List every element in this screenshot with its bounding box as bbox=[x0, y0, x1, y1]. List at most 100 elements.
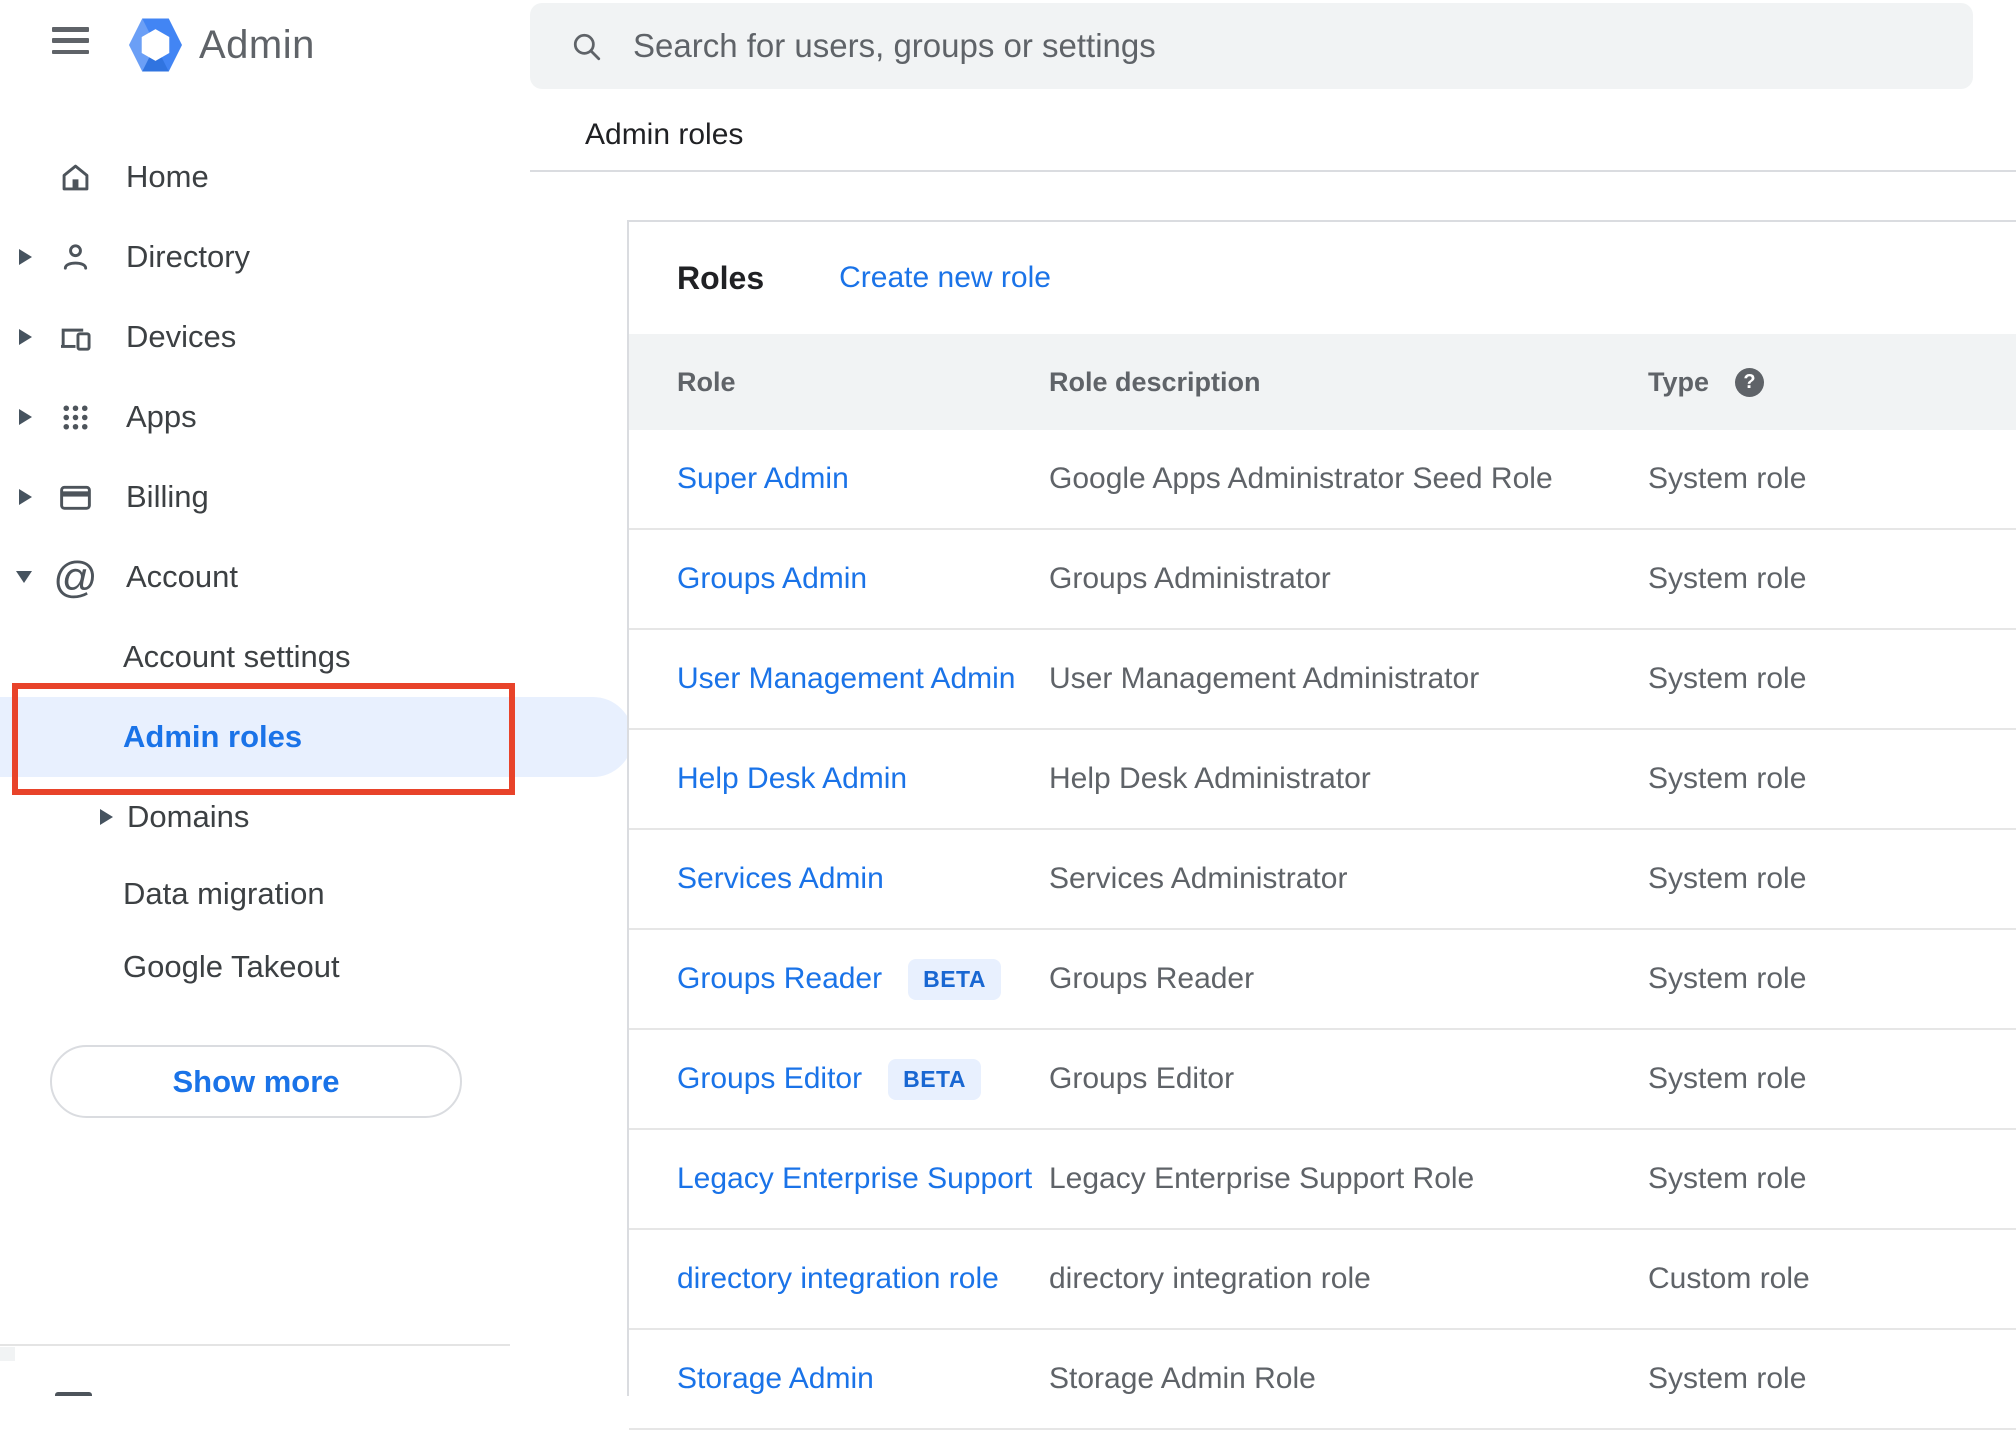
sidebar-item-devices[interactable]: Devices bbox=[0, 297, 530, 377]
breadcrumb: Admin roles bbox=[585, 118, 744, 151]
sidebar-item-label: Home bbox=[126, 159, 209, 194]
sidebar-item-label: Apps bbox=[126, 399, 197, 434]
sidebar-item-domains[interactable]: Domains bbox=[0, 777, 530, 857]
global-search-bar[interactable] bbox=[530, 3, 1973, 89]
role-description: directory integration role bbox=[1049, 1262, 1371, 1295]
create-new-role-link[interactable]: Create new role bbox=[839, 261, 1051, 295]
collapse-arrow-icon[interactable] bbox=[16, 571, 32, 583]
role-type: System role bbox=[1648, 462, 1807, 495]
sidebar: Admin Home Directory Devices Apps Billin… bbox=[0, 0, 633, 1396]
expand-arrow-icon[interactable] bbox=[19, 489, 32, 505]
sidebar-item-billing[interactable]: Billing bbox=[0, 457, 530, 537]
billing-icon bbox=[57, 479, 94, 516]
table-row: Groups Admin Groups Administrator System… bbox=[629, 530, 2016, 630]
role-type: Custom role bbox=[1648, 1262, 1810, 1295]
search-input[interactable] bbox=[631, 26, 1835, 66]
role-link[interactable]: Legacy Enterprise Support bbox=[677, 1162, 1032, 1196]
sidebar-item-data-migration[interactable]: Data migration bbox=[0, 857, 530, 930]
role-link[interactable]: User Management Admin bbox=[677, 662, 1016, 696]
directory-icon bbox=[57, 239, 94, 276]
account-icon: @ bbox=[53, 552, 98, 602]
sidebar-nav: Home Directory Devices Apps Billing @ Ac… bbox=[0, 137, 633, 1003]
sidebar-item-admin-roles-selected[interactable]: Admin roles bbox=[0, 697, 633, 777]
header-divider bbox=[530, 170, 2016, 172]
sidebar-item-apps[interactable]: Apps bbox=[0, 377, 530, 457]
role-description: User Management Administrator bbox=[1049, 662, 1480, 695]
role-type: System role bbox=[1648, 862, 1807, 895]
sidebar-item-label: Domains bbox=[127, 799, 250, 834]
show-more-label: Show more bbox=[172, 1063, 340, 1099]
table-row: Storage Admin Storage Admin Role System … bbox=[629, 1330, 2016, 1430]
home-icon bbox=[57, 159, 94, 196]
role-type: System role bbox=[1648, 662, 1807, 695]
roles-card: Roles Create new role Role Role descript… bbox=[627, 220, 2016, 1430]
roles-table-body: Super Admin Google Apps Administrator Se… bbox=[629, 430, 2016, 1430]
help-icon[interactable]: ? bbox=[1735, 367, 1765, 397]
table-row: Legacy Enterprise Support Legacy Enterpr… bbox=[629, 1130, 2016, 1230]
search-icon bbox=[573, 33, 601, 60]
role-description: Legacy Enterprise Support Role bbox=[1049, 1162, 1475, 1195]
sidebar-item-directory[interactable]: Directory bbox=[0, 217, 530, 297]
expand-arrow-icon[interactable] bbox=[100, 809, 113, 825]
sidebar-item-label: Google Takeout bbox=[123, 948, 340, 984]
role-type: System role bbox=[1648, 562, 1807, 595]
sidebar-item-label: Data migration bbox=[123, 875, 325, 911]
role-type: System role bbox=[1648, 762, 1807, 795]
role-description: Services Administrator bbox=[1049, 862, 1348, 895]
role-link[interactable]: Services Admin bbox=[677, 862, 884, 896]
table-row: Services Admin Services Administrator Sy… bbox=[629, 830, 2016, 930]
sidebar-item-label: Billing bbox=[126, 479, 209, 514]
admin-logo: Admin bbox=[129, 17, 315, 73]
clipped-section-icon bbox=[55, 1392, 92, 1396]
admin-logo-hexagon-icon bbox=[129, 18, 182, 72]
expand-arrow-icon[interactable] bbox=[19, 409, 32, 425]
column-header-role: Role bbox=[677, 366, 736, 397]
sidebar-item-label: Account settings bbox=[123, 639, 351, 674]
role-type: System role bbox=[1648, 1062, 1807, 1095]
table-header-row: Role Role description Type ? bbox=[629, 334, 2016, 430]
table-row: directory integration role directory int… bbox=[629, 1230, 2016, 1330]
role-description: Google Apps Administrator Seed Role bbox=[1049, 462, 1553, 495]
beta-badge: BETA bbox=[888, 1058, 981, 1100]
scrollbar-fragment bbox=[0, 1347, 15, 1361]
table-row: Groups Reader BETA Groups Reader System … bbox=[629, 930, 2016, 1030]
sidebar-item-label: Admin roles bbox=[123, 719, 303, 754]
devices-icon bbox=[57, 319, 94, 356]
role-link[interactable]: Storage Admin bbox=[677, 1362, 874, 1396]
column-header-role-description: Role description bbox=[1049, 366, 1261, 397]
role-type: System role bbox=[1648, 962, 1807, 995]
column-header-type: Type bbox=[1648, 366, 1710, 397]
role-description: Help Desk Administrator bbox=[1049, 762, 1371, 795]
sidebar-item-account[interactable]: @ Account bbox=[0, 537, 530, 617]
role-description: Groups Reader bbox=[1049, 962, 1255, 995]
sidebar-item-google-takeout[interactable]: Google Takeout bbox=[0, 930, 530, 1003]
role-link[interactable]: directory integration role bbox=[677, 1262, 999, 1296]
sidebar-item-label: Directory bbox=[126, 239, 251, 274]
sidebar-item-label: Account bbox=[126, 559, 239, 594]
expand-arrow-icon[interactable] bbox=[19, 249, 32, 265]
sidebar-item-home[interactable]: Home bbox=[0, 137, 530, 217]
role-link[interactable]: Super Admin bbox=[677, 462, 849, 496]
sidebar-item-label: Devices bbox=[126, 319, 237, 354]
table-row: User Management Admin User Management Ad… bbox=[629, 630, 2016, 730]
menu-icon[interactable] bbox=[52, 27, 89, 54]
table-row: Super Admin Google Apps Administrator Se… bbox=[629, 430, 2016, 530]
show-more-button[interactable]: Show more bbox=[50, 1045, 462, 1118]
role-link[interactable]: Groups Admin bbox=[677, 562, 867, 596]
beta-badge: BETA bbox=[908, 958, 1002, 1000]
role-description: Groups Editor bbox=[1049, 1062, 1235, 1095]
role-link[interactable]: Groups Reader bbox=[677, 962, 882, 996]
role-link[interactable]: Groups Editor bbox=[677, 1062, 862, 1096]
role-link[interactable]: Help Desk Admin bbox=[677, 762, 907, 796]
table-row: Help Desk Admin Help Desk Administrator … bbox=[629, 730, 2016, 830]
admin-logo-text: Admin bbox=[199, 22, 315, 67]
sidebar-item-account-settings[interactable]: Account settings bbox=[0, 617, 530, 697]
role-type: System role bbox=[1648, 1362, 1807, 1395]
roles-card-header: Roles Create new role bbox=[629, 222, 2016, 334]
expand-arrow-icon[interactable] bbox=[19, 329, 32, 345]
apps-icon bbox=[57, 399, 94, 436]
admin-console-page: { "sidebar": { "logo_text": "Admin", "it… bbox=[0, 0, 2016, 1430]
sidebar-divider bbox=[0, 1344, 510, 1346]
page-title: Roles bbox=[677, 259, 765, 296]
role-type: System role bbox=[1648, 1162, 1807, 1195]
